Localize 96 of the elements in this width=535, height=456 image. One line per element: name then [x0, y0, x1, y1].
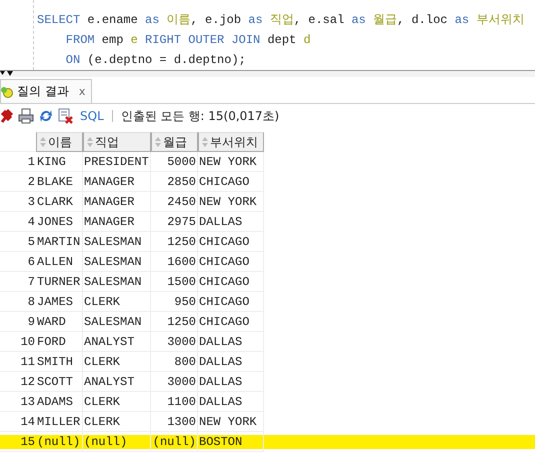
row-number: 12 — [0, 372, 36, 392]
column-header[interactable]: 부서위치 — [198, 132, 264, 152]
sort-icon — [87, 136, 93, 148]
code-line: FROM emp e RIGHT OUTER JOIN dept d — [64, 32, 312, 49]
refresh-icon[interactable] — [38, 108, 54, 124]
row-number: 5 — [0, 232, 36, 252]
row-number: 13 — [0, 392, 36, 412]
table-cell: 1250 — [151, 232, 198, 252]
table-cell: SALESMAN — [83, 252, 151, 272]
table-cell: FORD — [36, 332, 83, 352]
table-cell: ANALYST — [83, 372, 151, 392]
table-cell: ANALYST — [83, 332, 151, 352]
table-cell: MARTIN — [36, 232, 83, 252]
ball-icon — [1, 86, 13, 98]
arrow-icon[interactable] — [0, 71, 16, 77]
pin-icon[interactable] — [0, 108, 14, 124]
header-label: 직업 — [95, 134, 119, 150]
header-label: 부서위치 — [210, 134, 258, 150]
tab-label: 질의 결과 — [17, 83, 69, 100]
table-cell: 950 — [151, 292, 198, 312]
table-cell: 3000 — [151, 372, 198, 392]
table-cell: CHICAGO — [198, 272, 264, 292]
table-cell: 2975 — [151, 212, 198, 232]
row-number: 10 — [0, 332, 36, 352]
table-cell: CHICAGO — [198, 292, 264, 312]
table-cell: DALLAS — [198, 392, 264, 412]
table-cell: 1250 — [151, 312, 198, 332]
table-cell: TURNER — [36, 272, 83, 292]
table-cell: BLAKE — [36, 172, 83, 192]
table-cell: JONES — [36, 212, 83, 232]
row-number: 4 — [0, 212, 36, 232]
table-cell: SALESMAN — [83, 312, 151, 332]
table-cell: WARD — [36, 312, 83, 332]
code-line: ON (e.deptno = d.deptno); — [64, 52, 247, 69]
table-cell: DALLAS — [198, 212, 264, 232]
table-cell: MANAGER — [83, 212, 151, 232]
table-cell: ADAMS — [36, 392, 83, 412]
row-number: 11 — [0, 352, 36, 372]
sql-link[interactable]: SQL — [80, 109, 104, 123]
table-cell: SMITH — [36, 352, 83, 372]
table-cell: NEW YORK — [198, 192, 264, 212]
column-header[interactable]: 이름 — [36, 132, 83, 152]
row-number: 1 — [0, 152, 36, 172]
table-cell: CHICAGO — [198, 232, 264, 252]
row-number: 2 — [0, 172, 36, 192]
table-cell: 2850 — [151, 172, 198, 192]
code-line: SELECT e.ename as 이름, e.job as 직업, e.sal as 월급, d.loc as 부서위치 — [37, 12, 524, 29]
table-cell: 5000 — [151, 152, 198, 172]
table-cell: SALESMAN — [83, 272, 151, 292]
column-header[interactable]: 월급 — [151, 132, 198, 152]
column-header[interactable]: 직업 — [83, 132, 151, 152]
table-cell: 1600 — [151, 252, 198, 272]
row-number: 9 — [0, 312, 36, 332]
table-cell: CLERK — [83, 392, 151, 412]
row-number: 8 — [0, 292, 36, 312]
table-cell: JAMES — [36, 292, 83, 312]
table-cell: 3000 — [151, 332, 198, 352]
table-cell: SALESMAN — [83, 232, 151, 252]
table-cell: CLERK — [83, 352, 151, 372]
table-cell: CLERK — [83, 292, 151, 312]
row-number: 15 — [0, 432, 36, 452]
table-cell: SCOTT — [36, 372, 83, 392]
sort-icon — [40, 136, 46, 148]
table-cell: CHICAGO — [198, 312, 264, 332]
row-number: 6 — [0, 252, 36, 272]
sort-icon — [155, 136, 161, 148]
result-tab[interactable]: 질의 결과 x — [0, 79, 92, 103]
table-cell: (null) — [151, 432, 198, 452]
table-cell: DALLAS — [198, 352, 264, 372]
table-cell: MANAGER — [83, 192, 151, 212]
table-cell: (null) — [83, 432, 151, 452]
printer-icon[interactable] — [18, 108, 34, 124]
row-number: 7 — [0, 272, 36, 292]
table-cell: 1100 — [151, 392, 198, 412]
table-cell: 1500 — [151, 272, 198, 292]
table-cell: CLARK — [36, 192, 83, 212]
table-cell: CHICAGO — [198, 252, 264, 272]
table-cell: PRESIDENT — [83, 152, 151, 172]
table-cell: DALLAS — [198, 332, 264, 352]
close-button[interactable]: x — [78, 85, 86, 98]
sort-icon — [202, 136, 208, 148]
table-cell: 800 — [151, 352, 198, 372]
header-label: 월급 — [163, 134, 187, 150]
table-cell: NEW YORK — [198, 152, 264, 172]
table-cell: KING — [36, 152, 83, 172]
table-cell: ALLEN — [36, 252, 83, 272]
header-label: 이름 — [48, 134, 72, 150]
row-number: 3 — [0, 192, 36, 212]
table-cell: (null) — [36, 432, 83, 452]
table-cell: CHICAGO — [198, 172, 264, 192]
table-cell: MANAGER — [83, 172, 151, 192]
status-text: 인출된 모든 행: 15(0,017초) — [120, 108, 280, 124]
table-cell: DALLAS — [198, 372, 264, 392]
table-cell: BOSTON — [198, 432, 264, 452]
table-cell: 2450 — [151, 192, 198, 212]
clear-icon[interactable] — [58, 108, 74, 124]
